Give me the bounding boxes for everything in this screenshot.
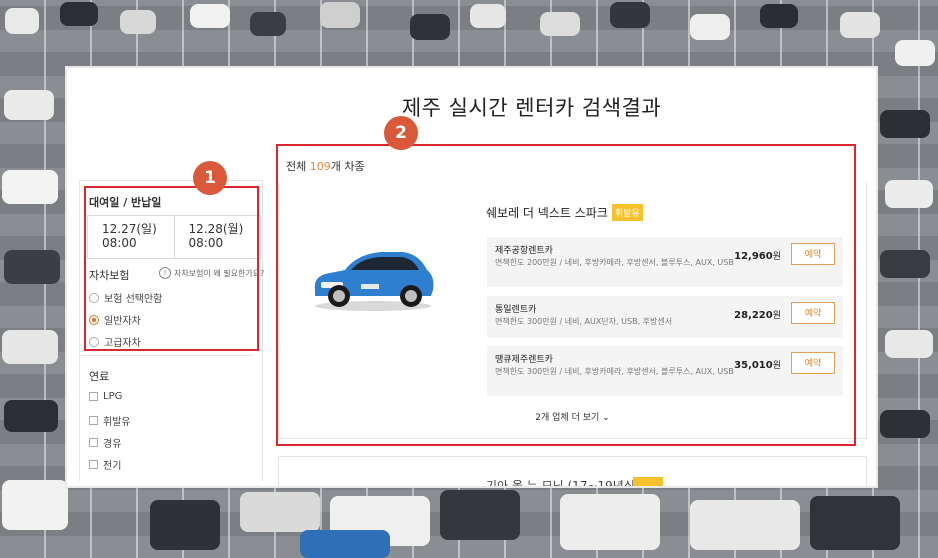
checkbox-icon (89, 416, 98, 425)
fuel-option-label: LPG (103, 391, 123, 402)
annotation-marker-1: 1 (193, 161, 227, 195)
annotation-marker-2: 2 (384, 116, 418, 150)
page-title: 제주 실시간 렌터카 검색결과 (401, 96, 662, 120)
fuel-option-label: 휘발유 (103, 417, 131, 428)
checkbox-icon (89, 460, 98, 469)
next-car-name: 기아 올 뉴 모닝 (17~19년식) (486, 479, 640, 486)
fuel-label: 연료 (89, 370, 110, 383)
fuel-option-gasoline[interactable]: 휘발유 (89, 413, 131, 428)
highlight-box-sidebar (84, 186, 259, 351)
fuel-option-label: 경유 (103, 439, 122, 450)
sidebar-divider (81, 355, 253, 356)
next-fuel-badge (633, 477, 663, 486)
fuel-option-label: 전기 (103, 461, 122, 472)
fuel-option-diesel[interactable]: 경유 (89, 435, 121, 450)
checkbox-icon (89, 438, 98, 447)
next-car-card: 기아 올 뉴 모닝 (17~19년식) (278, 456, 867, 486)
fuel-option-lpg[interactable]: LPG (89, 391, 122, 402)
checkbox-icon (89, 392, 98, 401)
fuel-option-electric[interactable]: 전기 (89, 457, 121, 472)
highlight-box-results (276, 144, 856, 446)
